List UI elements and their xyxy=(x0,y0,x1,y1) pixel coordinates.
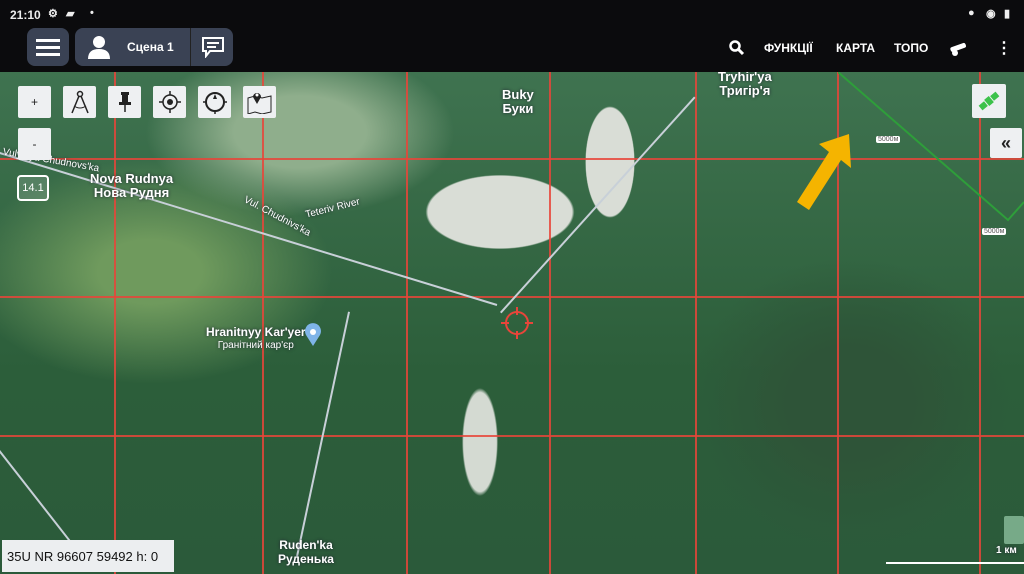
scene-label: Сцена 1 xyxy=(127,40,174,54)
status-bar: 21:10 ⚙ ▰ • ● ◉ ▮ xyxy=(0,0,1024,26)
scale-label: 1 км xyxy=(996,545,1017,556)
chat-icon[interactable] xyxy=(201,36,225,58)
map-menu[interactable]: КАРТА xyxy=(836,41,875,55)
place-quarry: Hranitnyy Kar'yer Гранітний кар'єр xyxy=(206,325,306,351)
functions-menu[interactable]: ФУНКЦІЇ xyxy=(764,41,813,55)
zoom-level-indicator: 14.1 xyxy=(17,175,49,201)
crosshair-marker-icon xyxy=(501,307,533,339)
grid-label: 5000м xyxy=(982,228,1007,235)
pin-button[interactable] xyxy=(108,86,141,118)
grid-label: 5000м xyxy=(876,136,901,143)
measure-button[interactable] xyxy=(63,86,96,118)
satellite-icon xyxy=(978,91,1000,111)
scale-bar xyxy=(886,562,1024,564)
clock: 21:10 xyxy=(10,8,41,22)
arrow-annotation xyxy=(797,134,851,210)
pushpin-icon xyxy=(118,92,131,112)
battery-icon: ▮ xyxy=(1004,8,1011,20)
image-icon: ▰ xyxy=(66,8,75,20)
place-rudenka: Ruden'ka Руденька xyxy=(278,538,334,566)
menu-button[interactable] xyxy=(27,28,69,66)
coordinates-readout: 35U NR 96607 59492 h: 0 xyxy=(2,540,174,572)
location-icon: ● xyxy=(968,7,975,19)
topo-menu[interactable]: ТОПО xyxy=(894,41,928,55)
map-pin-icon xyxy=(247,93,271,114)
target-icon xyxy=(158,91,181,113)
zoom-out-button[interactable]: - xyxy=(18,128,51,160)
place-nova-rudnya: Nova Rudnya Нова Рудня xyxy=(90,171,174,200)
settings-icon: ⚙ xyxy=(48,8,58,20)
compass-rose-icon xyxy=(1004,516,1024,544)
map-layers-button[interactable] xyxy=(243,86,276,118)
compass-divider-icon xyxy=(70,90,89,114)
place-buky: Buky Буки xyxy=(502,87,534,116)
hamburger-icon xyxy=(36,39,60,56)
satellite-button[interactable] xyxy=(972,84,1006,118)
user-icon xyxy=(88,36,110,59)
collapse-panel-button[interactable]: « xyxy=(990,128,1022,158)
double-chevron-left-icon: « xyxy=(1000,132,1011,153)
river-label: Teteriv River xyxy=(304,196,361,221)
place-pin-icon xyxy=(305,323,321,346)
compass-icon xyxy=(202,92,227,114)
road-label: Vul. Chudnivs'ka xyxy=(241,194,313,239)
top-toolbar: Сцена 1 ФУНКЦІЇ КАРТА ТОПО ⋮ xyxy=(0,26,1024,72)
scene-button[interactable]: Сцена 1 xyxy=(75,28,233,66)
eye-icon: ◉ xyxy=(986,8,996,20)
more-icon[interactable]: ⋮ xyxy=(996,38,1012,58)
place-tryhirya: Tryhir'ya Тригір'я xyxy=(718,72,772,98)
cannon-icon[interactable] xyxy=(948,41,968,57)
search-icon[interactable] xyxy=(729,40,745,56)
dot-icon: • xyxy=(90,7,94,19)
map-view[interactable]: Nova Rudnya Нова Рудня Buky Буки Tryhir'ya… xyxy=(0,72,1024,574)
locate-button[interactable] xyxy=(153,86,186,118)
compass-button[interactable] xyxy=(198,86,231,118)
zoom-in-button[interactable]: + xyxy=(18,86,51,118)
